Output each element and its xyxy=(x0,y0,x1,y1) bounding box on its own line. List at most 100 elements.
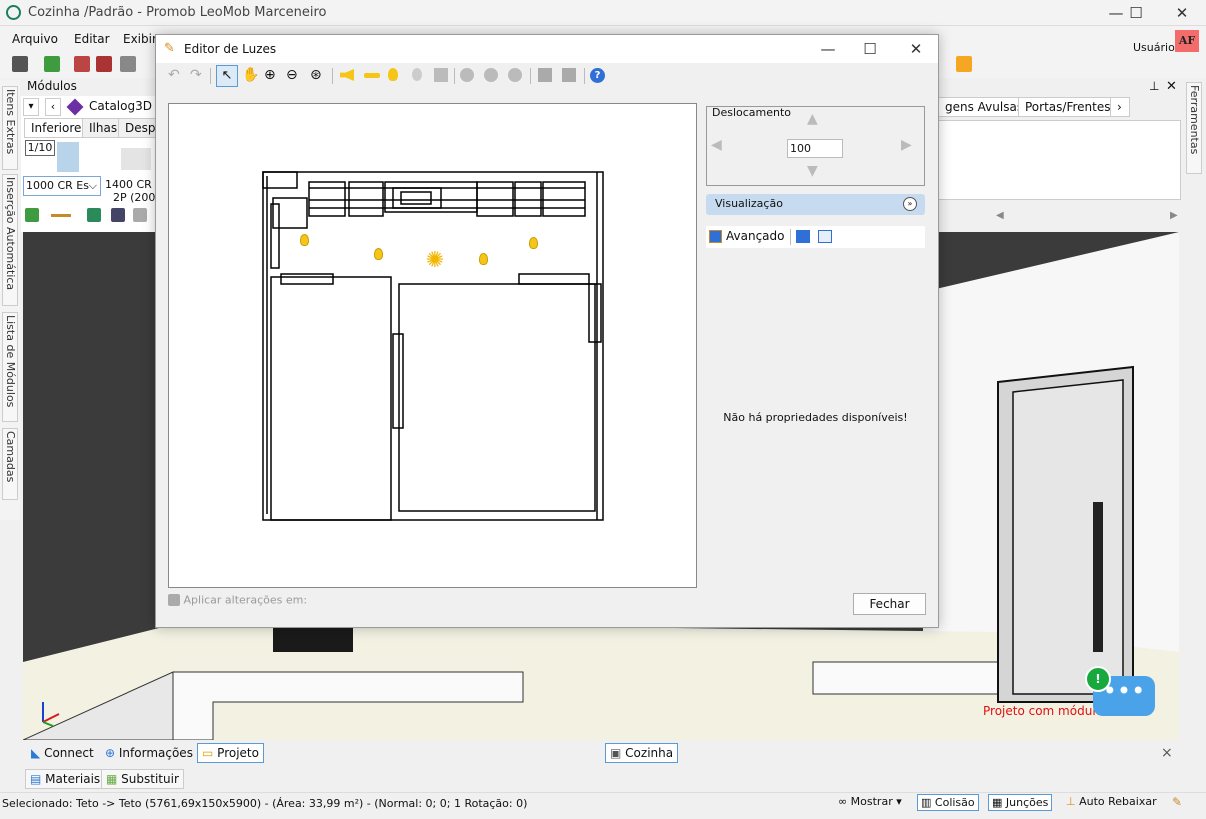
menu-arquivo[interactable]: Arquivo xyxy=(12,32,58,46)
alphabetical-icon[interactable] xyxy=(818,230,832,243)
user-icon[interactable] xyxy=(956,56,972,72)
folder-icon: ▭ xyxy=(202,746,214,760)
line-tool-icon[interactable] xyxy=(51,214,71,217)
render-icon[interactable] xyxy=(74,56,90,72)
scroll-left-icon[interactable]: ◀ xyxy=(996,210,1004,221)
arrow-left-icon[interactable]: ◀ xyxy=(711,137,722,153)
light-add-icon[interactable] xyxy=(460,68,474,82)
lamp-icon[interactable] xyxy=(538,68,552,82)
module-item-label: 1000 CR Es xyxy=(26,179,89,192)
tab-projeto[interactable]: ▭ Projeto xyxy=(197,743,264,763)
mostrar-dropdown[interactable]: ∞ Mostrar ▾ xyxy=(838,795,902,808)
bulb-icon[interactable] xyxy=(479,253,488,265)
expand-icon[interactable]: » xyxy=(903,197,917,211)
print-icon[interactable] xyxy=(120,56,136,72)
zoom-extents-icon[interactable]: ⊛ xyxy=(310,67,322,83)
light-config-icon[interactable] xyxy=(508,68,522,82)
left-dock-strip: Itens Extras Inserção Automática Lista d… xyxy=(0,80,20,520)
tab-materiais[interactable]: ▤ Materiais xyxy=(25,769,106,789)
avancado-button[interactable]: Avançado xyxy=(726,229,784,243)
sun-light-icon[interactable]: ✺ xyxy=(423,249,447,273)
colisao-toggle[interactable]: ▥ Colisão xyxy=(917,794,979,811)
tab-insercao-automatica[interactable]: Inserção Automática xyxy=(2,174,18,306)
separator xyxy=(454,68,455,84)
dialog-maximize-button[interactable]: ☐ xyxy=(850,38,890,60)
menu-editar[interactable]: Editar xyxy=(74,32,110,46)
save-icon[interactable] xyxy=(12,56,28,72)
deslocamento-input[interactable]: 100 xyxy=(787,139,843,158)
insert-icon[interactable] xyxy=(87,208,101,222)
arrow-right-icon[interactable]: ▶ xyxy=(901,137,912,153)
catalog-name[interactable]: Catalog3D xyxy=(89,99,152,113)
scroll-right-icon[interactable]: ▶ xyxy=(1170,210,1178,221)
categorized-icon[interactable] xyxy=(796,230,810,243)
light-remove-icon[interactable] xyxy=(484,68,498,82)
binoculars-icon[interactable] xyxy=(111,208,125,222)
arrow-down-icon[interactable]: ▼ xyxy=(807,163,818,179)
pan-hand-icon[interactable]: ✋ xyxy=(242,67,259,83)
avancado-bar: Avançado xyxy=(706,226,925,248)
close-scene-icon[interactable]: × xyxy=(1161,745,1173,761)
tab-connect[interactable]: ◣ Connect xyxy=(27,744,98,764)
bulb-disabled-icon[interactable] xyxy=(412,68,422,81)
tab-informacoes[interactable]: ⊕ Informações xyxy=(101,744,197,764)
dialog-close-button[interactable]: ✕ xyxy=(896,38,936,60)
module-item-selected[interactable]: 1000 CR Es ⌵ xyxy=(23,176,101,196)
user-avatar[interactable]: AF xyxy=(1175,30,1199,52)
tab-camadas[interactable]: Camadas xyxy=(2,428,18,500)
bulb-icon[interactable] xyxy=(374,248,383,260)
tab-ferramentas[interactable]: Ferramentas xyxy=(1186,82,1202,174)
export-icon[interactable] xyxy=(44,56,60,72)
bulb-icon[interactable] xyxy=(529,237,538,249)
panel-close-icon[interactable]: ✕ xyxy=(1166,79,1177,94)
juncoes-toggle[interactable]: ▦ Junções xyxy=(988,794,1053,811)
pin-icon[interactable]: ⊥ xyxy=(1149,79,1159,93)
menu-exibir[interactable]: Exibir xyxy=(123,32,157,46)
module-thumb-1[interactable] xyxy=(57,142,79,172)
zoom-out-icon[interactable]: ⊖ xyxy=(286,67,298,83)
floor-plan xyxy=(262,171,604,521)
arrow-up-icon[interactable]: ▲ xyxy=(807,111,818,127)
import-icon[interactable] xyxy=(25,208,39,222)
tools-icon[interactable]: ✎ xyxy=(1172,795,1182,809)
separator xyxy=(332,68,333,84)
filter-icon[interactable] xyxy=(133,208,147,222)
spotlight-icon[interactable] xyxy=(340,69,354,81)
dialog-minimize-button[interactable]: — xyxy=(808,38,848,60)
shelf-icon[interactable] xyxy=(562,68,576,82)
tab-imagens-avulsas[interactable]: gens Avulsas xyxy=(938,97,1031,117)
tab-substituir[interactable]: ▦ Substituir xyxy=(101,769,184,789)
app-icon xyxy=(6,5,21,20)
apply-checkbox[interactable] xyxy=(168,594,180,606)
align-icon[interactable] xyxy=(434,68,448,82)
tabs-next-button[interactable]: › xyxy=(1110,97,1130,117)
maximize-button[interactable]: ☐ xyxy=(1116,2,1156,24)
linear-light-icon[interactable] xyxy=(364,73,380,78)
close-button[interactable]: ✕ xyxy=(1162,2,1202,24)
catalog-content xyxy=(938,120,1181,200)
alert-badge[interactable]: ! xyxy=(1085,666,1111,692)
right-dock-strip: Ferramentas xyxy=(1185,80,1205,180)
module-item-2-line1[interactable]: 1400 CR E xyxy=(105,178,162,191)
visualizacao-section[interactable]: Visualização » xyxy=(706,194,925,215)
auto-rebaixar-toggle[interactable]: ⊥ Auto Rebaixar xyxy=(1066,795,1157,808)
modules-title: Módulos xyxy=(27,79,77,93)
render2-icon[interactable] xyxy=(96,56,112,72)
bulb-icon[interactable] xyxy=(300,234,309,246)
tab-lista-modulos[interactable]: Lista de Módulos xyxy=(2,312,18,422)
floor-plan-canvas[interactable]: ✺ xyxy=(168,103,697,588)
chevron-down-icon[interactable]: ▾ xyxy=(23,98,39,116)
tab-portas-frentes[interactable]: Portas/Frentes xyxy=(1018,97,1118,117)
chevron-left-icon[interactable]: ‹ xyxy=(45,98,61,116)
help-icon[interactable]: ? xyxy=(590,68,605,83)
bulb-icon[interactable] xyxy=(388,68,398,81)
module-thumb-2[interactable] xyxy=(121,148,151,170)
select-pointer-icon[interactable]: ↖ xyxy=(216,65,238,87)
modules-panel: ▾ ‹ Catalog3D Inferiores Ilhas Despe 1/1… xyxy=(21,96,170,232)
fechar-button[interactable]: Fechar xyxy=(853,593,926,615)
redo-icon[interactable]: ↷ xyxy=(190,67,202,83)
undo-icon[interactable]: ↶ xyxy=(168,67,180,83)
zoom-window-icon[interactable]: ⊕ xyxy=(264,67,276,83)
tab-cozinha[interactable]: ▣ Cozinha xyxy=(605,743,679,763)
tab-itens-extras[interactable]: Itens Extras xyxy=(2,86,18,170)
